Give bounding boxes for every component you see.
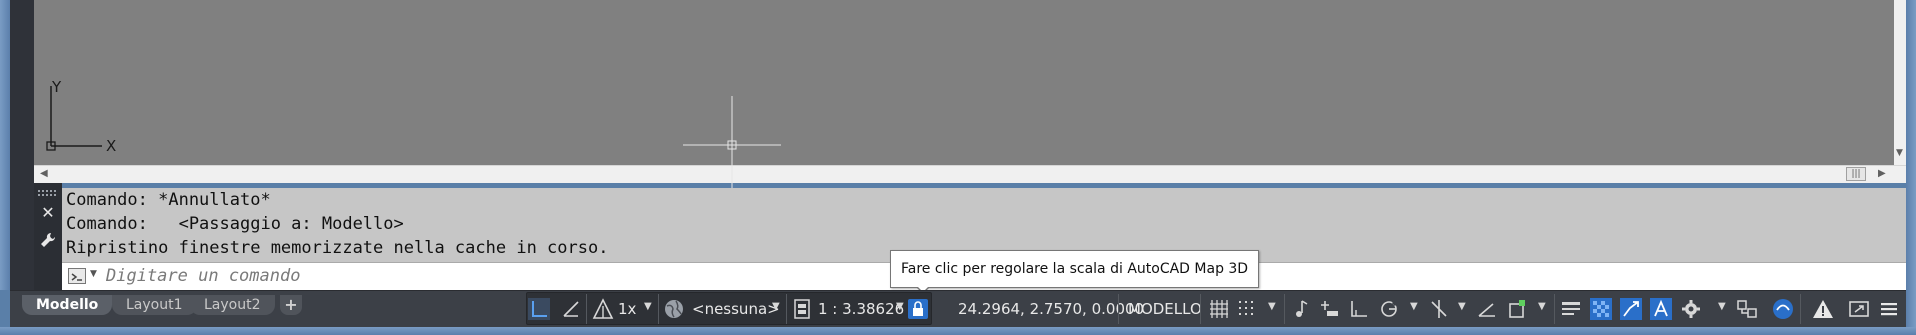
chevron-down-icon[interactable]: ▼ [1458,301,1466,312]
annotation-scale-value[interactable]: 1x [618,296,636,322]
command-prompt-icon[interactable] [68,268,86,284]
separator [586,294,587,324]
gear-icon[interactable] [1680,298,1702,320]
object-snap-icon[interactable] [1506,298,1528,320]
separator [1200,294,1201,324]
scroll-left-arrow-icon[interactable]: ◀ [40,168,48,179]
horizontal-scrollbar[interactable] [34,165,1906,183]
close-icon[interactable]: ✕ [40,205,56,221]
ucs-icon: Y X [46,78,116,152]
dynamic-input-icon[interactable] [1318,298,1340,320]
annotation-scale-icon[interactable] [592,298,614,320]
scroll-down-arrow-icon[interactable]: ▼ [1896,148,1904,158]
separator [1118,294,1119,324]
annotation-visibility-icon[interactable] [1650,298,1672,320]
ortho-mode-icon[interactable] [528,298,550,320]
add-layout-button[interactable]: + [280,295,302,315]
separator [1800,294,1801,324]
window-border-bottom [0,327,1916,335]
separator [1284,294,1285,324]
chevron-down-icon[interactable]: ▼ [1410,301,1418,312]
polar-icon[interactable] [1378,298,1400,320]
separator [786,294,787,324]
chevron-down-icon[interactable]: ▼ [1268,301,1276,312]
command-input[interactable] [106,264,886,288]
lock-icon[interactable] [908,299,928,319]
infer-constraints-icon[interactable] [1290,298,1312,320]
menu-icon[interactable] [1878,298,1900,320]
chevron-down-icon[interactable]: ▼ [1538,301,1546,312]
ucs-y-label: Y [51,78,62,96]
drag-grip-icon[interactable] [38,190,58,196]
command-history-line: Ripristino finestre memorizzate nella ca… [66,238,609,258]
model-space-button[interactable]: MODELLO [1128,296,1202,322]
tab-modello[interactable]: Modello [22,295,113,315]
object-snap-tracking-icon[interactable] [1476,298,1498,320]
lineweight-icon[interactable] [1560,298,1582,320]
map-scale-value[interactable]: 1 : 3.38626 [818,296,904,322]
isometric-drafting-icon[interactable] [1428,298,1450,320]
scrollbar-thumb[interactable]: ||| [1846,167,1866,181]
drawing-canvas[interactable] [34,0,1894,165]
ortho-icon[interactable] [1348,298,1370,320]
coordinates-readout[interactable]: 24.2964, 2.7570, 0.0000 [958,296,1144,322]
command-history-line: Comando: <Passaggio a: Modello> [66,214,404,234]
vertical-scrollbar[interactable] [1894,0,1906,165]
tab-layout1[interactable]: Layout1 [112,295,197,315]
transparency-icon[interactable] [1590,298,1612,320]
warning-icon[interactable] [1812,298,1834,320]
polar-tracking-icon[interactable] [560,298,582,320]
workspace-value[interactable]: <nessuna> [692,296,780,322]
units-icon[interactable] [1736,298,1758,320]
tab-layout2[interactable]: Layout2 [190,295,275,315]
fullscreen-icon[interactable] [1848,298,1870,320]
crosshair-cursor-icon [683,96,781,194]
chevron-down-icon[interactable]: ▼ [896,301,904,312]
scroll-right-arrow-icon[interactable]: ▶ [1878,168,1886,179]
separator [658,294,659,324]
window-border-left [0,0,10,290]
autocad-window: ▼ ◀ ||| ▶ Y X ✕ Comando: *Annullato* Com… [0,0,1916,335]
wrench-icon[interactable] [40,232,56,248]
map-scale-icon[interactable] [792,298,814,320]
chevron-down-icon[interactable]: ▼ [1718,301,1726,312]
command-history-line: Comando: *Annullato* [66,190,271,210]
window-border-right [1906,0,1916,335]
globe-icon[interactable] [663,298,685,320]
left-panel-strip [10,0,34,290]
separator [1554,294,1555,324]
chevron-down-icon[interactable]: ▼ [644,301,652,312]
ucs-x-label: X [106,137,116,152]
quick-properties-icon[interactable] [1772,298,1794,320]
selection-cycling-icon[interactable] [1620,298,1642,320]
scale-tooltip: Fare clic per regolare la scala di AutoC… [890,250,1260,288]
grid-icon[interactable] [1208,298,1230,320]
chevron-down-icon[interactable]: ▼ [90,269,97,279]
snap-icon[interactable] [1236,298,1258,320]
chevron-down-icon[interactable]: ▼ [772,301,780,312]
